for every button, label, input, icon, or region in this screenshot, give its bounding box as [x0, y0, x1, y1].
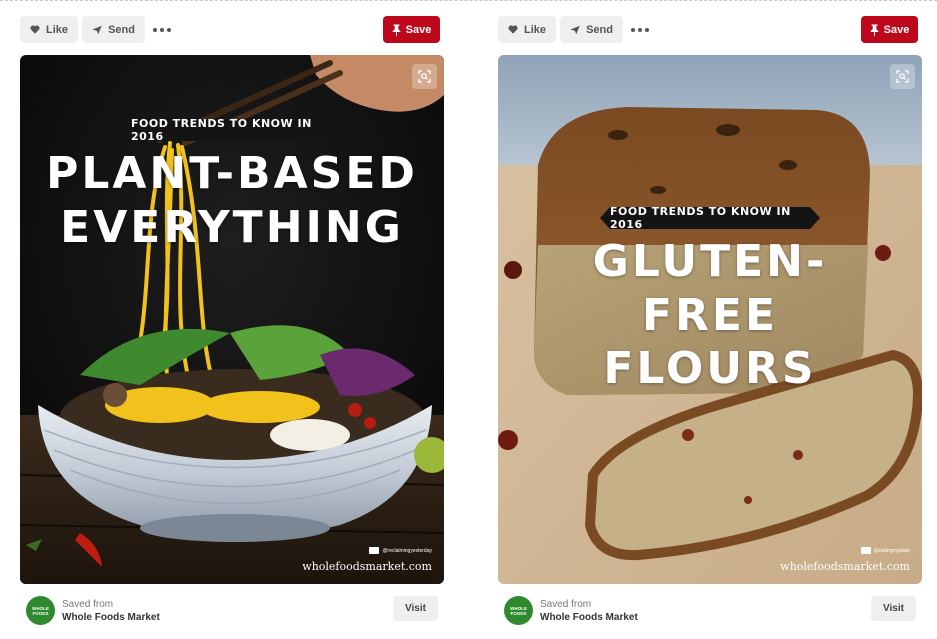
more-options-icon[interactable] — [153, 25, 171, 35]
trend-banner: FOOD TRENDS TO KNOW IN 2016 — [600, 205, 820, 231]
like-button[interactable]: Like — [20, 16, 78, 43]
visit-button[interactable]: Visit — [393, 596, 438, 621]
whole-foods-logo[interactable]: WHOLE FOODS — [504, 596, 533, 625]
zoom-visual-search-icon[interactable] — [412, 64, 437, 89]
heart-icon — [508, 25, 518, 34]
instagram-icon — [860, 547, 871, 554]
site-watermark: wholefoodsmarket.com — [780, 560, 910, 573]
send-label: Send — [586, 23, 613, 36]
pin-footer: WHOLE FOODS Saved from Whole Foods Marke… — [20, 592, 444, 632]
source-name-link[interactable]: Whole Foods Market — [540, 612, 638, 623]
instagram-icon — [369, 547, 380, 554]
send-label: Send — [108, 23, 135, 36]
save-label: Save — [883, 23, 910, 36]
photo-credit-text: @reclaimingyesterday — [382, 547, 432, 554]
heart-icon — [30, 25, 40, 34]
like-label: Like — [523, 23, 546, 36]
pin-image[interactable]: FOOD TRENDS TO KNOW IN 2016 GLUTEN-FREE … — [498, 55, 922, 584]
send-icon — [92, 25, 102, 34]
logo-text: WHOLE FOODS — [510, 605, 527, 616]
headline-line-1: GLUTEN-FREE — [592, 236, 828, 341]
save-button[interactable]: Save — [861, 16, 918, 43]
send-button[interactable]: Send — [82, 16, 145, 43]
visit-button[interactable]: Visit — [871, 596, 916, 621]
send-button[interactable]: Send — [560, 16, 623, 43]
send-icon — [570, 25, 580, 34]
more-options-icon[interactable] — [631, 25, 649, 35]
whole-foods-logo[interactable]: WHOLE FOODS — [26, 596, 55, 625]
saved-from-label: Saved from — [62, 599, 114, 610]
logo-text: WHOLE FOODS — [32, 605, 49, 616]
photo-credit: @eatingmyplate — [860, 547, 910, 554]
like-button[interactable]: Like — [498, 16, 556, 43]
zoom-visual-search-icon[interactable] — [890, 64, 915, 89]
source-name-link[interactable]: Whole Foods Market — [62, 612, 160, 623]
trend-banner: FOOD TRENDS TO KNOW IN 2016 — [121, 117, 345, 143]
save-label: Save — [405, 23, 432, 36]
pushpin-icon — [392, 24, 400, 36]
photo-credit: @reclaimingyesterday — [369, 547, 432, 554]
headline-line-1: PLANT-BASED — [46, 148, 418, 199]
saved-from-label: Saved from — [540, 599, 592, 610]
headline-line-2: FLOURS — [603, 343, 817, 395]
site-watermark: wholefoodsmarket.com — [302, 560, 432, 573]
headline-line-2: EVERYTHING — [60, 201, 404, 253]
like-label: Like — [45, 23, 68, 36]
save-button[interactable]: Save — [383, 16, 440, 43]
pin-card-gluten-free: Like Send Save FOOD TRENDS TO KNOW IN 20… — [498, 0, 922, 639]
pin-headline: GLUTEN-FREE FLOURS — [528, 235, 892, 396]
pushpin-icon — [870, 24, 878, 36]
pin-action-bar: Like Send Save — [20, 16, 444, 44]
pin-action-bar: Like Send Save — [498, 16, 922, 44]
pin-headline: PLANT-BASED EVERYTHING — [40, 147, 424, 254]
pin-footer: WHOLE FOODS Saved from Whole Foods Marke… — [498, 592, 922, 632]
photo-credit-text: @eatingmyplate — [873, 547, 910, 554]
pin-image[interactable]: FOOD TRENDS TO KNOW IN 2016 PLANT-BASED … — [20, 55, 444, 584]
pin-card-plant-based: Like Send Save FOOD TRENDS TO KNOW IN 20… — [20, 0, 444, 639]
